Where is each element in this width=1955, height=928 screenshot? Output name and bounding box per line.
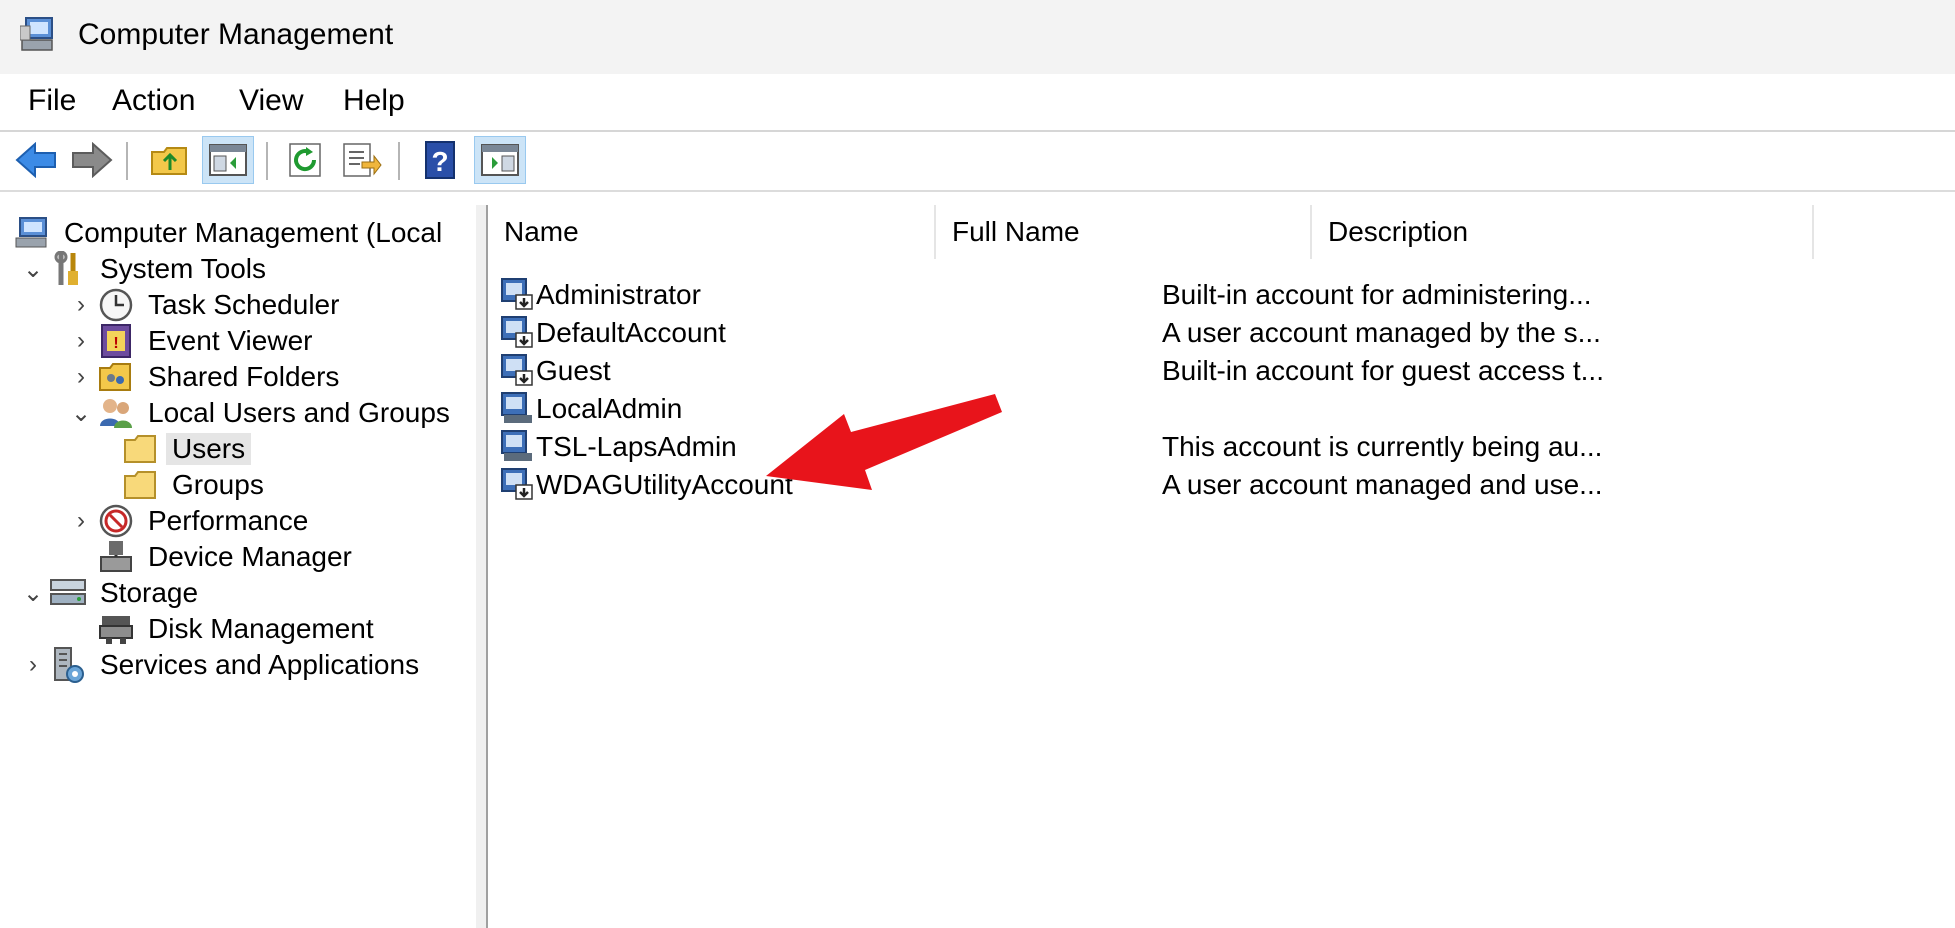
tree-label: Local Users and Groups [148, 397, 450, 428]
tree-label: Computer Management (Local [64, 217, 443, 248]
user-name: WDAGUtilityAccount [536, 469, 793, 500]
toolbar-separator [398, 142, 400, 180]
tree-item-device-manager[interactable]: Device Manager [96, 537, 358, 577]
annotation-arrow [766, 394, 1002, 490]
user-description: Built-in account for guest access t... [1162, 355, 1604, 386]
user-account-icon [500, 391, 534, 432]
table-row[interactable]: Guest Built-in account for guest access … [500, 351, 1940, 391]
tree-item-shared-folders[interactable]: › Shared Folders [66, 357, 345, 397]
device-manager-icon [96, 539, 136, 575]
user-account-icon [500, 315, 534, 356]
user-name: TSL-LapsAdmin [536, 431, 737, 462]
tree-item-storage[interactable]: ⌄ Storage [18, 573, 204, 613]
tree-item-users[interactable]: Users [120, 429, 252, 469]
help-icon[interactable]: ? [414, 136, 466, 184]
users-group-icon [96, 395, 136, 431]
tree-label: Groups [172, 469, 264, 500]
user-name: DefaultAccount [536, 317, 726, 348]
refresh-icon[interactable] [280, 136, 332, 184]
event-viewer-icon: ! [96, 323, 136, 359]
performance-icon [96, 503, 136, 539]
disk-management-icon [96, 611, 136, 647]
tree-label: Device Manager [148, 541, 352, 572]
tree-label: Performance [148, 505, 309, 536]
user-name: LocalAdmin [536, 393, 683, 424]
chevron-right-icon[interactable]: › [66, 327, 96, 355]
user-name: Guest [536, 355, 611, 386]
menu-view[interactable]: View [239, 84, 303, 118]
user-account-icon [500, 467, 534, 508]
table-row[interactable]: TSL-LapsAdmin This account is currently … [500, 427, 1940, 467]
user-description: This account is currently being au... [1162, 431, 1603, 462]
table-row[interactable]: Administrator Built-in account for admin… [500, 275, 1940, 315]
chevron-right-icon[interactable]: › [66, 363, 96, 391]
pane-splitter[interactable] [476, 205, 486, 928]
show-hide-action-pane-icon[interactable] [474, 136, 526, 184]
tree-label: Task Scheduler [148, 289, 340, 320]
chevron-down-icon[interactable]: ⌄ [18, 255, 48, 284]
column-header-full-name[interactable]: Full Name [936, 205, 1312, 259]
svg-text:?: ? [431, 146, 448, 177]
table-row[interactable]: LocalAdmin [500, 389, 1940, 429]
user-account-icon [500, 353, 534, 394]
toolbar-separator [126, 142, 128, 180]
menu-file[interactable]: File [28, 84, 76, 118]
tree-item-groups[interactable]: Groups [120, 465, 270, 505]
details-list: Name Full Name Description Administrator… [486, 205, 1955, 928]
tree-label: Event Viewer [148, 325, 313, 356]
shared-folders-icon [96, 359, 136, 395]
tree-label: Shared Folders [148, 361, 340, 392]
tree-item-system-tools[interactable]: ⌄ System Tools [18, 249, 272, 289]
show-hide-console-tree-icon[interactable] [202, 136, 254, 184]
tree-item-services-and-applications[interactable]: › Services and Applications [18, 645, 425, 685]
computer-management-icon [12, 215, 52, 251]
tree-item-task-scheduler[interactable]: › Task Scheduler [66, 285, 345, 325]
user-description: A user account managed and use... [1162, 469, 1603, 500]
tree-label: Users [166, 433, 252, 465]
table-row[interactable]: DefaultAccount A user account managed by… [500, 313, 1940, 353]
computer-management-app-icon [19, 16, 56, 59]
chevron-right-icon[interactable]: › [18, 651, 48, 679]
up-folder-icon[interactable] [144, 136, 196, 184]
chevron-right-icon[interactable]: › [66, 507, 96, 535]
export-list-icon[interactable] [336, 136, 388, 184]
back-arrow-icon[interactable] [10, 136, 62, 184]
toolbar-separator [266, 142, 268, 180]
menu-help[interactable]: Help [343, 84, 405, 118]
menu-action[interactable]: Action [112, 84, 195, 118]
toolbar: ? [0, 132, 1955, 192]
window-title: Computer Management [78, 18, 394, 51]
table-row[interactable]: WDAGUtilityAccount A user account manage… [500, 465, 1940, 505]
chevron-down-icon[interactable]: ⌄ [66, 399, 96, 428]
tree-label: Services and Applications [100, 649, 420, 680]
tree-item-computer-management[interactable]: Computer Management (Local [12, 213, 448, 253]
title-bar: Computer Management [0, 0, 1955, 74]
user-description: Built-in account for administering... [1162, 279, 1592, 310]
tree-item-event-viewer[interactable]: › ! Event Viewer [66, 321, 318, 361]
chevron-down-icon[interactable]: ⌄ [18, 579, 48, 608]
user-name: Administrator [536, 279, 701, 310]
storage-icon [48, 575, 88, 611]
user-account-icon [500, 429, 534, 470]
tree-label: Storage [100, 577, 199, 608]
column-header-name[interactable]: Name [488, 205, 936, 259]
tree-label: Disk Management [148, 613, 374, 644]
console-tree: Computer Management (Local ⌄ System Tool… [2, 205, 478, 928]
user-description: A user account managed by the s... [1162, 317, 1601, 348]
user-account-icon [500, 277, 534, 318]
tree-label: System Tools [100, 253, 266, 284]
services-icon [48, 647, 88, 683]
menu-bar: File Action View Help [0, 74, 1955, 132]
system-tools-icon [48, 251, 88, 287]
folder-icon [120, 431, 160, 467]
chevron-right-icon[interactable]: › [66, 291, 96, 319]
tree-item-disk-management[interactable]: Disk Management [96, 609, 380, 649]
column-header-description[interactable]: Description [1312, 205, 1814, 259]
clock-icon [96, 287, 136, 323]
tree-item-performance[interactable]: › Performance [66, 501, 314, 541]
forward-arrow-icon[interactable] [66, 136, 118, 184]
tree-item-local-users-and-groups[interactable]: ⌄ Local Users and Groups [66, 393, 456, 433]
svg-text:!: ! [113, 335, 118, 352]
folder-icon [120, 467, 160, 503]
